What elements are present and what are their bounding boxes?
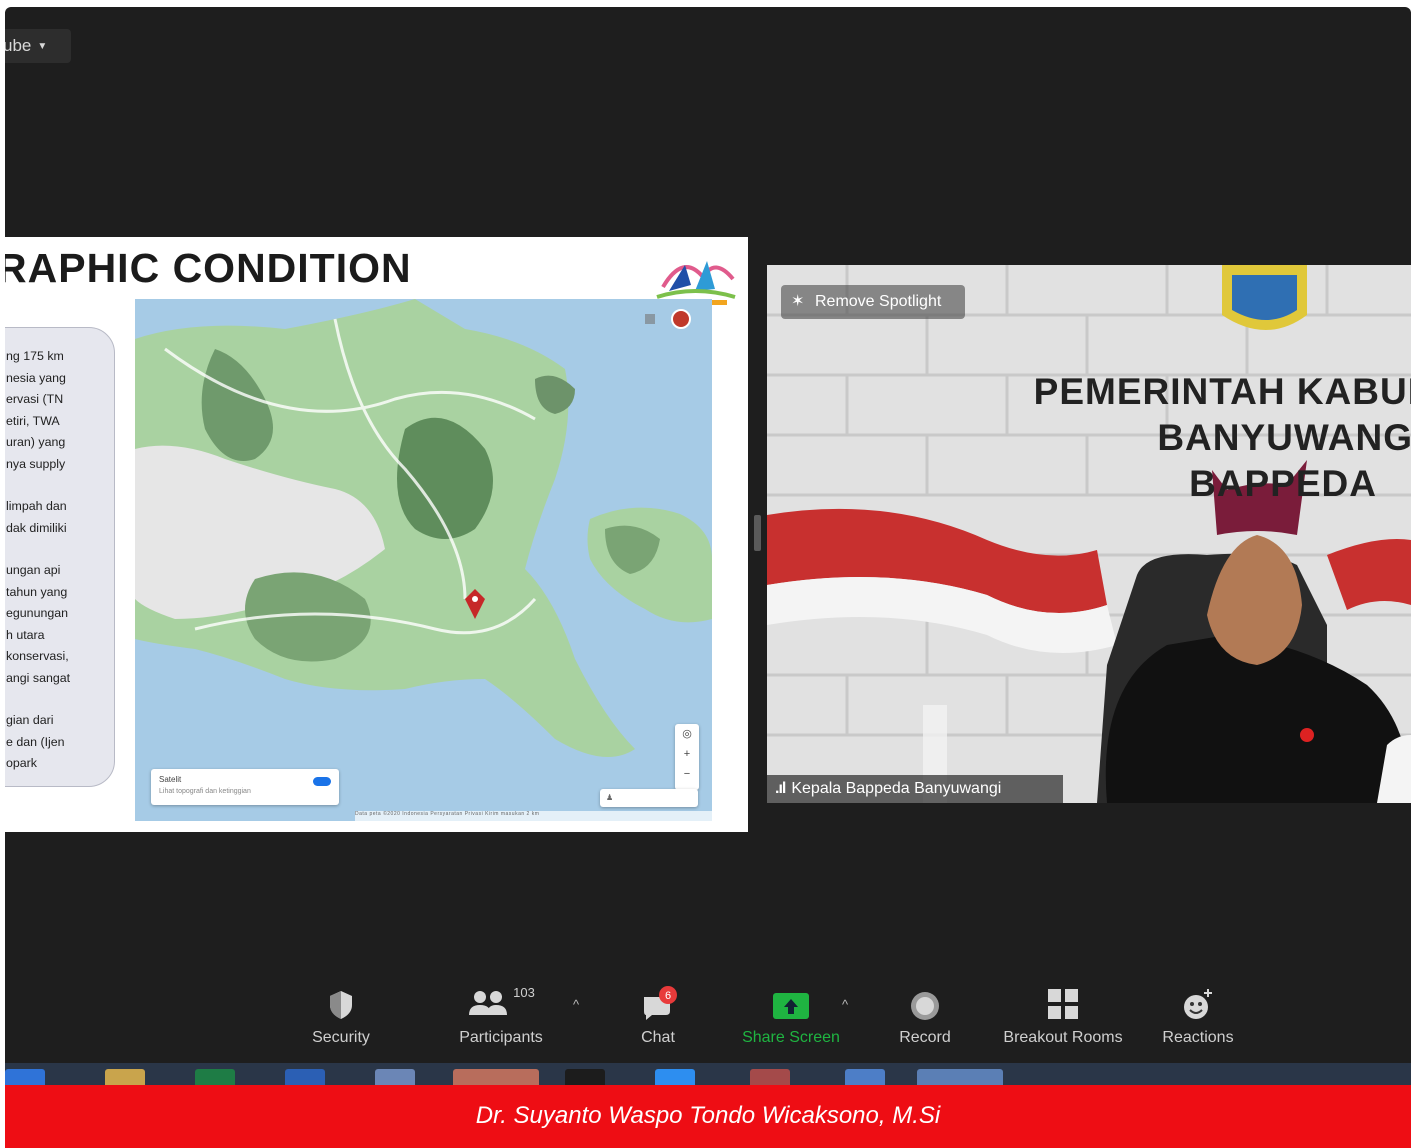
spotlight-icon: ✶ (791, 293, 805, 310)
breakout-rooms-icon (1048, 989, 1078, 1019)
slide-text-line: limpah dan (6, 499, 67, 513)
files-app-icon[interactable] (750, 1069, 790, 1085)
banner-line-1: PEMERINTAH KABUI (1033, 371, 1411, 412)
chat-icon: 6 (644, 986, 677, 1020)
apps-grid-icon[interactable] (645, 314, 655, 324)
map-layer-subtitle: Lihat topografi dan ketinggian (159, 788, 251, 795)
map-layer-title: Satelit (159, 775, 182, 784)
zoom-window: ube ▼ RAPHIC CONDITION ng 175 km nesia ya… (5, 7, 1411, 1085)
participants-options-caret[interactable]: ^ (573, 997, 579, 1012)
slide-text-line: etiri, TWA (6, 413, 60, 428)
share-screen-label: Share Screen (742, 1029, 840, 1046)
slide-text-line: egunungan (6, 606, 69, 620)
zoom-in-icon[interactable]: + (675, 744, 699, 764)
notes-app-icon[interactable] (375, 1069, 415, 1085)
photo-caption: Dr. Suyanto Waspo Tondo Wicaksono, M.Si (5, 1085, 1411, 1148)
slide-text-line: h utara (6, 627, 45, 642)
speaker-video: PEMERINTAH KABUI BANYUWANG BAPPEDA ✶ Rem… (767, 265, 1411, 803)
shield-icon (330, 991, 352, 1019)
caret-down-icon[interactable]: ▼ (37, 41, 47, 52)
share-screen-icon (773, 993, 809, 1019)
breakout-rooms-label: Breakout Rooms (1003, 1029, 1123, 1046)
slide-text-line: ervasi (TN (6, 392, 64, 406)
slide-text-line: tahun yang (6, 584, 68, 599)
zoom-app-icon[interactable] (655, 1069, 695, 1085)
participants-label: Participants (459, 1029, 543, 1046)
locate-icon[interactable]: ◎ (675, 724, 699, 744)
excel-app-icon[interactable] (195, 1069, 235, 1085)
remove-spotlight-label: Remove Spotlight (815, 293, 942, 310)
slide-text-lines: ng 175 km nesia yang ervasi (TN etiri, T… (6, 346, 108, 775)
participants-icon (469, 991, 508, 1015)
slide-text-line: angi sangat (6, 670, 71, 685)
remove-spotlight-button[interactable]: ✶ Remove Spotlight (781, 285, 965, 319)
reactions-icon (1184, 989, 1212, 1019)
record-button[interactable]: Record (890, 985, 960, 1047)
youtube-tab[interactable]: ube ▼ (5, 29, 71, 63)
map-footer: Data peta ©2020 Indonesia Persyaratan Pr… (355, 811, 712, 821)
slide-text-line: ng 175 km (6, 349, 64, 363)
map-layer-card[interactable]: Satelit Lihat topografi dan ketinggian (151, 769, 339, 805)
chat-badge-count: 6 (665, 990, 671, 1002)
split-view-handle[interactable] (754, 515, 761, 551)
start-icon[interactable] (5, 1069, 45, 1085)
slide-text-line: uran) yang (6, 435, 66, 449)
reactions-label: Reactions (1162, 1029, 1234, 1046)
security-label: Security (312, 1029, 370, 1046)
terrain-map[interactable]: Satelit Lihat topografi dan ketinggian ◎… (135, 299, 712, 821)
slide-text-line: nesia yang (6, 370, 66, 385)
participants-button[interactable]: 103 Participants (450, 985, 552, 1047)
slide-text-line: dak dimiliki (6, 520, 67, 535)
breakout-rooms-button[interactable]: Breakout Rooms (995, 985, 1131, 1047)
participant-name: Kepala Bappeda Banyuwangi (791, 780, 1002, 797)
slide-text-line: konservasi, (6, 649, 69, 663)
active-app-icon[interactable] (917, 1069, 1003, 1085)
banner-line-2: BANYUWANG (1157, 417, 1411, 458)
word-app-icon[interactable] (285, 1069, 325, 1085)
slide-text-box: ng 175 km nesia yang ervasi (TN etiri, T… (5, 327, 115, 787)
slide-text-line: ungan api (6, 563, 61, 577)
record-label: Record (899, 1029, 951, 1046)
paint-app-icon[interactable] (105, 1069, 145, 1085)
chrome-app-icon[interactable] (453, 1069, 539, 1085)
chat-label: Chat (641, 1029, 675, 1046)
terrain-toggle[interactable] (313, 777, 331, 786)
slide-text-gap (6, 689, 108, 710)
pegman-control[interactable]: ♟ (600, 789, 698, 807)
security-button[interactable]: Security (305, 985, 377, 1047)
slide-text-line: gian dari (6, 713, 54, 727)
slide-text-line: e dan (Ijen (6, 734, 65, 749)
record-icon (911, 992, 939, 1020)
browser-app-icon[interactable] (845, 1069, 885, 1085)
participants-count: 103 (513, 985, 535, 1000)
share-screen-button[interactable]: Share Screen (735, 985, 847, 1047)
map-zoom-control[interactable]: ◎ + − (675, 724, 699, 790)
video-background-graphic (767, 265, 1411, 803)
pegman-icon[interactable]: ♟ (606, 793, 613, 802)
slide-text-gap (6, 539, 108, 560)
shared-slide: RAPHIC CONDITION ng 175 km nesia yang er… (5, 237, 748, 832)
chat-button[interactable]: 6 Chat (630, 985, 686, 1047)
zoom-out-icon[interactable]: − (675, 764, 699, 784)
participant-nametag: .ıl Kepala Bappeda Banyuwangi (767, 775, 1063, 803)
share-screen-options-caret[interactable]: ^ (842, 997, 848, 1012)
banner-line-3: BAPPEDA (1189, 463, 1377, 504)
os-taskbar (5, 1063, 1411, 1085)
reactions-button[interactable]: Reactions (1158, 985, 1238, 1047)
user-avatar[interactable] (671, 309, 691, 329)
slide-text-line: opark (6, 756, 37, 770)
signal-strength-icon: .ıl (775, 780, 786, 797)
slide-title: RAPHIC CONDITION (5, 245, 412, 291)
slide-text-line: nya supply (6, 456, 66, 471)
media-app-icon[interactable] (565, 1069, 605, 1085)
map-terrain-graphic (135, 299, 712, 757)
slide-text-gap (6, 475, 108, 496)
youtube-tab-label: ube (5, 36, 32, 55)
